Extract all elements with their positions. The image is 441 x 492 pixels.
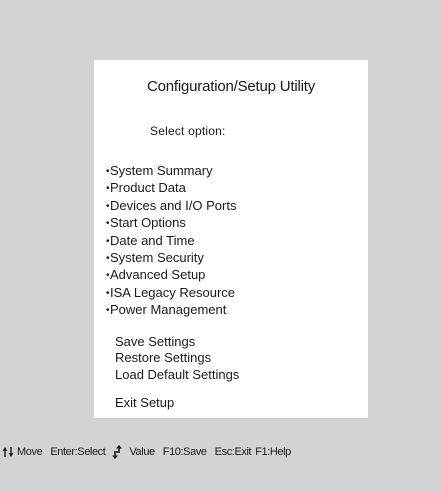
menu-item-start-options[interactable]: •Start Options [106, 215, 236, 232]
menu-item-label: Devices and I/O Ports [110, 197, 237, 213]
menu-item-system-security[interactable]: •System Security [106, 250, 236, 267]
menu-item-label: Product Data [110, 180, 186, 196]
value-hint: Value [129, 446, 155, 458]
menu-item-label: Date and Time [110, 232, 195, 248]
option-menu: •System Summary •Product Data •Devices a… [106, 163, 236, 320]
settings-actions: Save Settings Restore Settings Load Defa… [115, 334, 239, 383]
restore-settings-item[interactable]: Restore Settings [115, 350, 239, 366]
save-settings-item[interactable]: Save Settings [115, 334, 239, 350]
help-hint: F1:Help [255, 446, 291, 458]
change-value-arrows-icon [111, 445, 123, 459]
menu-item-power-management[interactable]: •Power Management [106, 302, 236, 319]
load-default-settings-item[interactable]: Load Default Settings [115, 367, 239, 383]
up-down-arrows-icon [2, 446, 14, 458]
panel-title: Configuration/Setup Utility [146, 78, 316, 95]
menu-item-label: Power Management [110, 302, 227, 318]
menu-item-label: ISA Legacy Resource [110, 284, 236, 300]
menu-item-devices-io-ports[interactable]: •Devices and I/O Ports [106, 198, 236, 215]
menu-item-isa-legacy-resource[interactable]: •ISA Legacy Resource [106, 285, 236, 302]
menu-item-label: Advanced Setup [110, 267, 206, 283]
select-option-prompt: Select option: [150, 124, 226, 138]
menu-item-advanced-setup[interactable]: •Advanced Setup [106, 267, 236, 284]
save-hint: F10:Save [162, 446, 207, 458]
menu-item-label: System Security [110, 250, 204, 266]
setup-panel: Configuration/Setup Utility Select optio… [94, 60, 368, 418]
menu-item-system-summary[interactable]: •System Summary [106, 163, 236, 180]
move-hint: Move [17, 446, 43, 458]
menu-item-label: Start Options [110, 215, 186, 231]
key-help-bar: Move Enter:Select Value F10:Save Esc:Exi… [2, 443, 441, 461]
exit-hint: Esc:Exit [214, 446, 252, 458]
menu-item-label: System Summary [110, 163, 213, 178]
menu-item-date-and-time[interactable]: •Date and Time [106, 233, 236, 250]
exit-setup-item[interactable]: Exit Setup [115, 395, 174, 410]
select-hint: Enter:Select [50, 446, 106, 458]
menu-item-product-data[interactable]: •Product Data [106, 180, 236, 197]
